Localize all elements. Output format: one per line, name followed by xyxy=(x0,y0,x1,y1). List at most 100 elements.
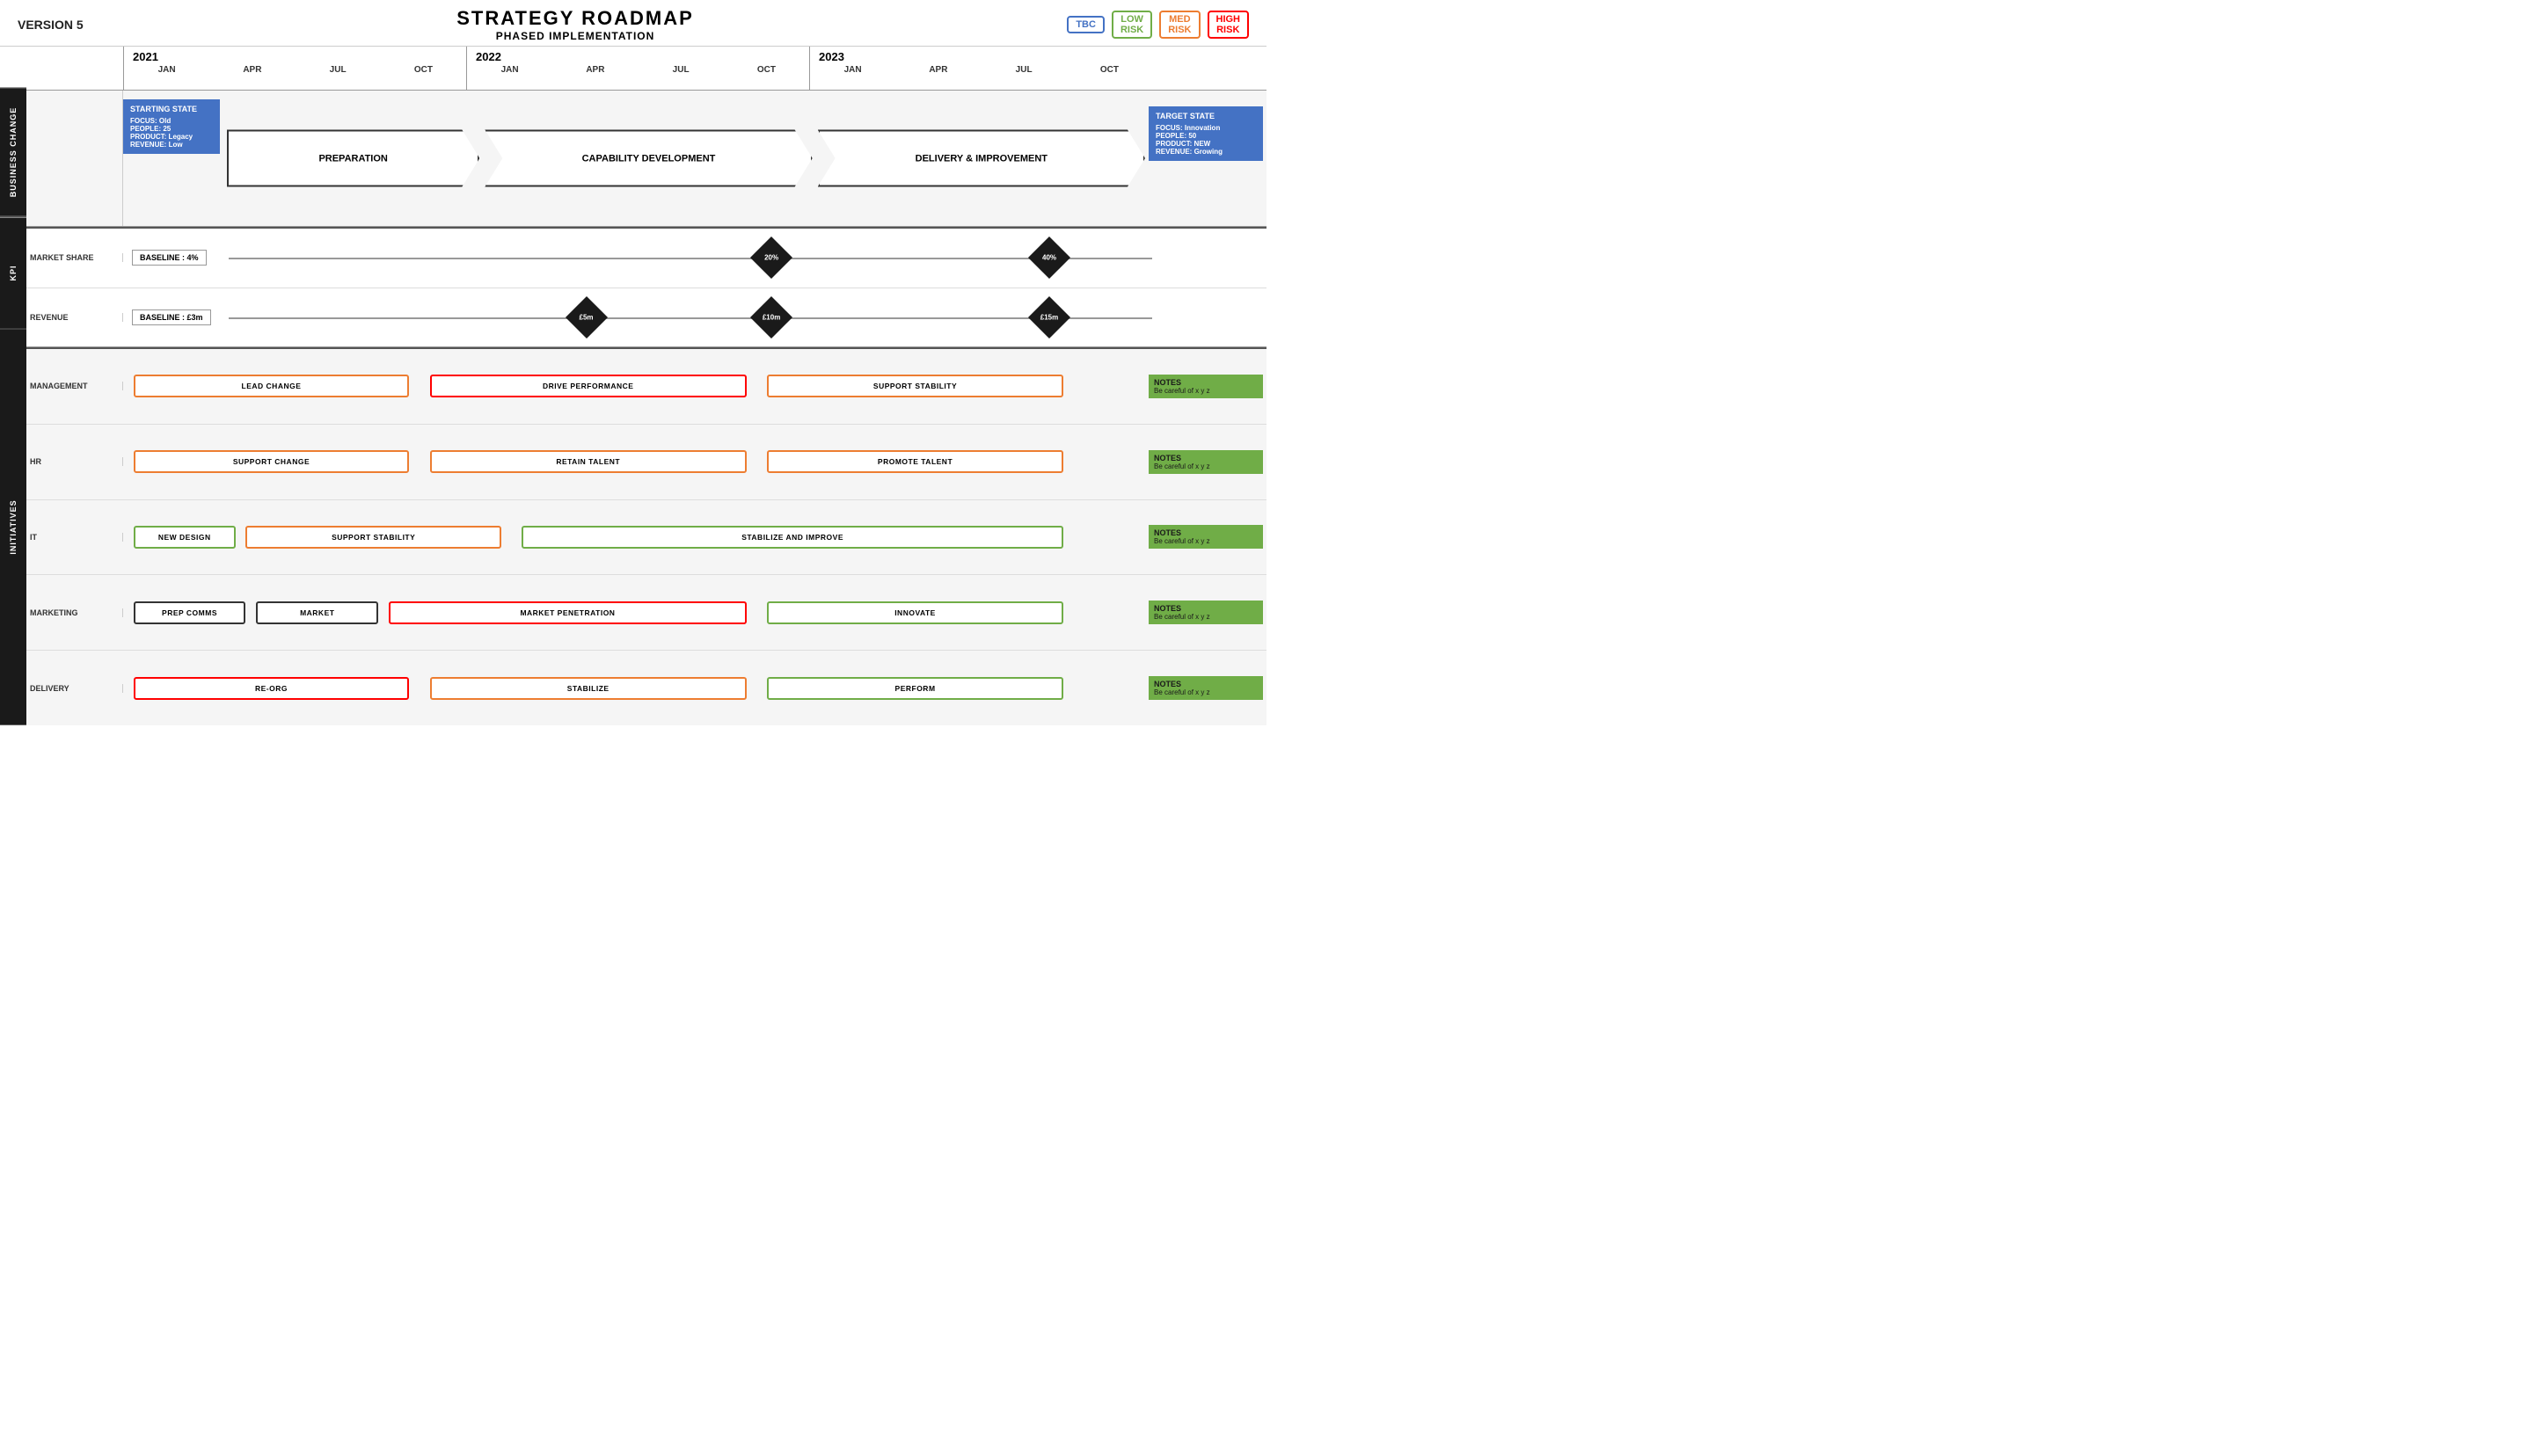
title-block: STRATEGY ROADMAP PHASED IMPLEMENTATION xyxy=(456,7,694,42)
header: VERSION 5 STRATEGY ROADMAP PHASED IMPLEM… xyxy=(0,0,1266,47)
section-label-initiatives: INITIATIVES xyxy=(0,330,26,725)
notes-hr-title: NOTES xyxy=(1154,454,1258,462)
bar-new-design: NEW DESIGN xyxy=(134,526,236,549)
year-label-2022: 2022 xyxy=(467,47,501,63)
month-jan-2021: JAN xyxy=(124,63,209,75)
target-state-header-spacer xyxy=(1152,47,1266,90)
phase-arrow-delivery: DELIVERY & IMPROVEMENT xyxy=(818,130,1145,187)
init-row-it: IT NEW DESIGN SUPPORT STABILITY STABILIZ… xyxy=(26,500,1266,576)
starting-state-focus: FOCUS: Old xyxy=(130,117,213,125)
month-jul-2022: JUL xyxy=(639,63,724,75)
bar-stabilize: STABILIZE xyxy=(430,677,747,700)
year-2021: 2021 JAN APR JUL OCT xyxy=(123,47,466,90)
kpi-line-market-share xyxy=(229,258,1152,259)
notes-it-title: NOTES xyxy=(1154,528,1258,537)
starting-state-box: STARTING STATE FOCUS: Old PEOPLE: 25 PRO… xyxy=(123,99,220,154)
bar-support-stability-it: SUPPORT STABILITY xyxy=(245,526,501,549)
notes-delivery-text: Be careful of x y z xyxy=(1154,688,1258,696)
init-label-marketing: MARKETING xyxy=(26,608,123,617)
months-2021: JAN APR JUL OCT xyxy=(124,63,466,75)
month-oct-2023: OCT xyxy=(1067,63,1152,75)
init-row-delivery: DELIVERY RE-ORG STABILIZE PERFORM NOTES … xyxy=(26,651,1266,725)
notes-it-text: Be careful of x y z xyxy=(1154,537,1258,545)
bar-market: MARKET xyxy=(256,601,378,624)
bar-perform: PERFORM xyxy=(767,677,1063,700)
bar-support-stability-mgmt: SUPPORT STABILITY xyxy=(767,375,1063,397)
starting-state-title: STARTING STATE xyxy=(130,105,213,113)
month-jul-2023: JUL xyxy=(982,63,1067,75)
notes-marketing-text: Be careful of x y z xyxy=(1154,613,1258,621)
kpi-diamond-revenue-10m-label: £10m xyxy=(763,313,780,321)
legend: TBC LOWRISK MEDRISK HIGHRISK xyxy=(1067,11,1249,39)
month-jan-2022: JAN xyxy=(467,63,552,75)
kpi-diamond-market-40-label: 40% xyxy=(1042,254,1056,262)
notes-management-title: NOTES xyxy=(1154,378,1258,387)
kpi-line-revenue xyxy=(229,317,1152,319)
section-label-kpi: KPI xyxy=(0,217,26,328)
target-state-title: TARGET STATE xyxy=(1156,112,1256,120)
init-content-hr: SUPPORT CHANGE RETAIN TALENT PROMOTE TAL… xyxy=(123,425,1145,499)
version-label: VERSION 5 xyxy=(18,18,84,32)
kpi-diamond-market-40: 40% xyxy=(1034,243,1064,273)
init-label-management: MANAGEMENT xyxy=(26,382,123,390)
kpi-label-revenue: REVENUE xyxy=(26,313,123,322)
sub-title: PHASED IMPLEMENTATION xyxy=(456,30,694,42)
bar-innovate: INNOVATE xyxy=(767,601,1063,624)
init-label-delivery: DELIVERY xyxy=(26,684,123,693)
init-content-management: LEAD CHANGE DRIVE PERFORMANCE SUPPORT ST… xyxy=(123,349,1145,424)
init-content-it: NEW DESIGN SUPPORT STABILITY STABILIZE A… xyxy=(123,500,1145,575)
content-area: 2021 JAN APR JUL OCT 2022 JAN APR JUL xyxy=(26,47,1266,725)
year-label-2023: 2023 xyxy=(810,47,844,63)
kpi-row-revenue: REVENUE BASELINE : £3m £5m £10m xyxy=(26,288,1266,347)
notes-hr: NOTES Be careful of x y z xyxy=(1149,450,1263,474)
init-row-hr: HR SUPPORT CHANGE RETAIN TALENT PROMOTE … xyxy=(26,425,1266,500)
legend-tbc: TBC xyxy=(1067,16,1105,33)
notes-management-text: Be careful of x y z xyxy=(1154,387,1258,395)
timeline-years: 2021 JAN APR JUL OCT 2022 JAN APR JUL xyxy=(123,47,1152,90)
bar-promote-talent: PROMOTE TALENT xyxy=(767,450,1063,473)
main-container: BUSINESS CHANGE KPI INITIATIVES 2021 JAN… xyxy=(0,47,1266,725)
kpi-baseline-market-share: BASELINE : 4% xyxy=(132,250,207,266)
kpi-diamond-revenue-5m: £5m xyxy=(572,302,602,332)
init-row-management: MANAGEMENT LEAD CHANGE DRIVE PERFORMANCE… xyxy=(26,349,1266,425)
legend-low: LOWRISK xyxy=(1112,11,1152,39)
kpi-diamond-market-20-label: 20% xyxy=(764,254,778,262)
timeline-header: 2021 JAN APR JUL OCT 2022 JAN APR JUL xyxy=(26,47,1266,91)
notes-management: NOTES Be careful of x y z xyxy=(1149,375,1263,398)
business-content: STARTING STATE FOCUS: Old PEOPLE: 25 PRO… xyxy=(123,91,1145,226)
target-state-revenue: REVENUE: Growing xyxy=(1156,148,1256,156)
month-apr-2022: APR xyxy=(552,63,638,75)
kpi-row-market-share: MARKET SHARE BASELINE : 4% 20% 40% xyxy=(26,229,1266,288)
legend-high: HIGHRISK xyxy=(1208,11,1250,39)
notes-delivery-title: NOTES xyxy=(1154,680,1258,688)
business-section: STARTING STATE FOCUS: Old PEOPLE: 25 PRO… xyxy=(26,91,1266,227)
initiatives-section: MANAGEMENT LEAD CHANGE DRIVE PERFORMANCE… xyxy=(26,349,1266,725)
year-2022: 2022 JAN APR JUL OCT xyxy=(466,47,809,90)
notes-it: NOTES Be careful of x y z xyxy=(1149,525,1263,549)
kpi-diamond-revenue-15m-label: £15m xyxy=(1040,313,1058,321)
kpi-baseline-revenue: BASELINE : £3m xyxy=(132,309,211,325)
bar-stabilize-improve: STABILIZE AND IMPROVE xyxy=(522,526,1063,549)
month-apr-2023: APR xyxy=(895,63,981,75)
notes-hr-text: Be careful of x y z xyxy=(1154,462,1258,470)
target-state-people: PEOPLE: 50 xyxy=(1156,132,1256,140)
kpi-label-market-share: MARKET SHARE xyxy=(26,253,123,262)
init-label-hr: HR xyxy=(26,457,123,466)
bar-retain-talent: RETAIN TALENT xyxy=(430,450,747,473)
month-apr-2021: APR xyxy=(209,63,295,75)
bar-market-penetration: MARKET PENETRATION xyxy=(389,601,747,624)
init-label-it: IT xyxy=(26,533,123,542)
month-jul-2021: JUL xyxy=(296,63,381,75)
year-2023: 2023 JAN APR JUL OCT xyxy=(809,47,1152,90)
section-label-business: BUSINESS CHANGE xyxy=(0,88,26,215)
phase-arrow-capability: CAPABILITY DEVELOPMENT xyxy=(485,130,812,187)
bar-prep-comms: PREP COMMS xyxy=(134,601,246,624)
month-oct-2022: OCT xyxy=(724,63,809,75)
months-2022: JAN APR JUL OCT xyxy=(467,63,809,75)
month-oct-2021: OCT xyxy=(381,63,466,75)
row-label-spacer xyxy=(26,47,123,90)
bar-lead-change: LEAD CHANGE xyxy=(134,375,410,397)
phase-arrow-preparation: PREPARATION xyxy=(227,130,479,187)
month-jan-2023: JAN xyxy=(810,63,895,75)
kpi-diamond-revenue-5m-label: £5m xyxy=(579,313,593,321)
